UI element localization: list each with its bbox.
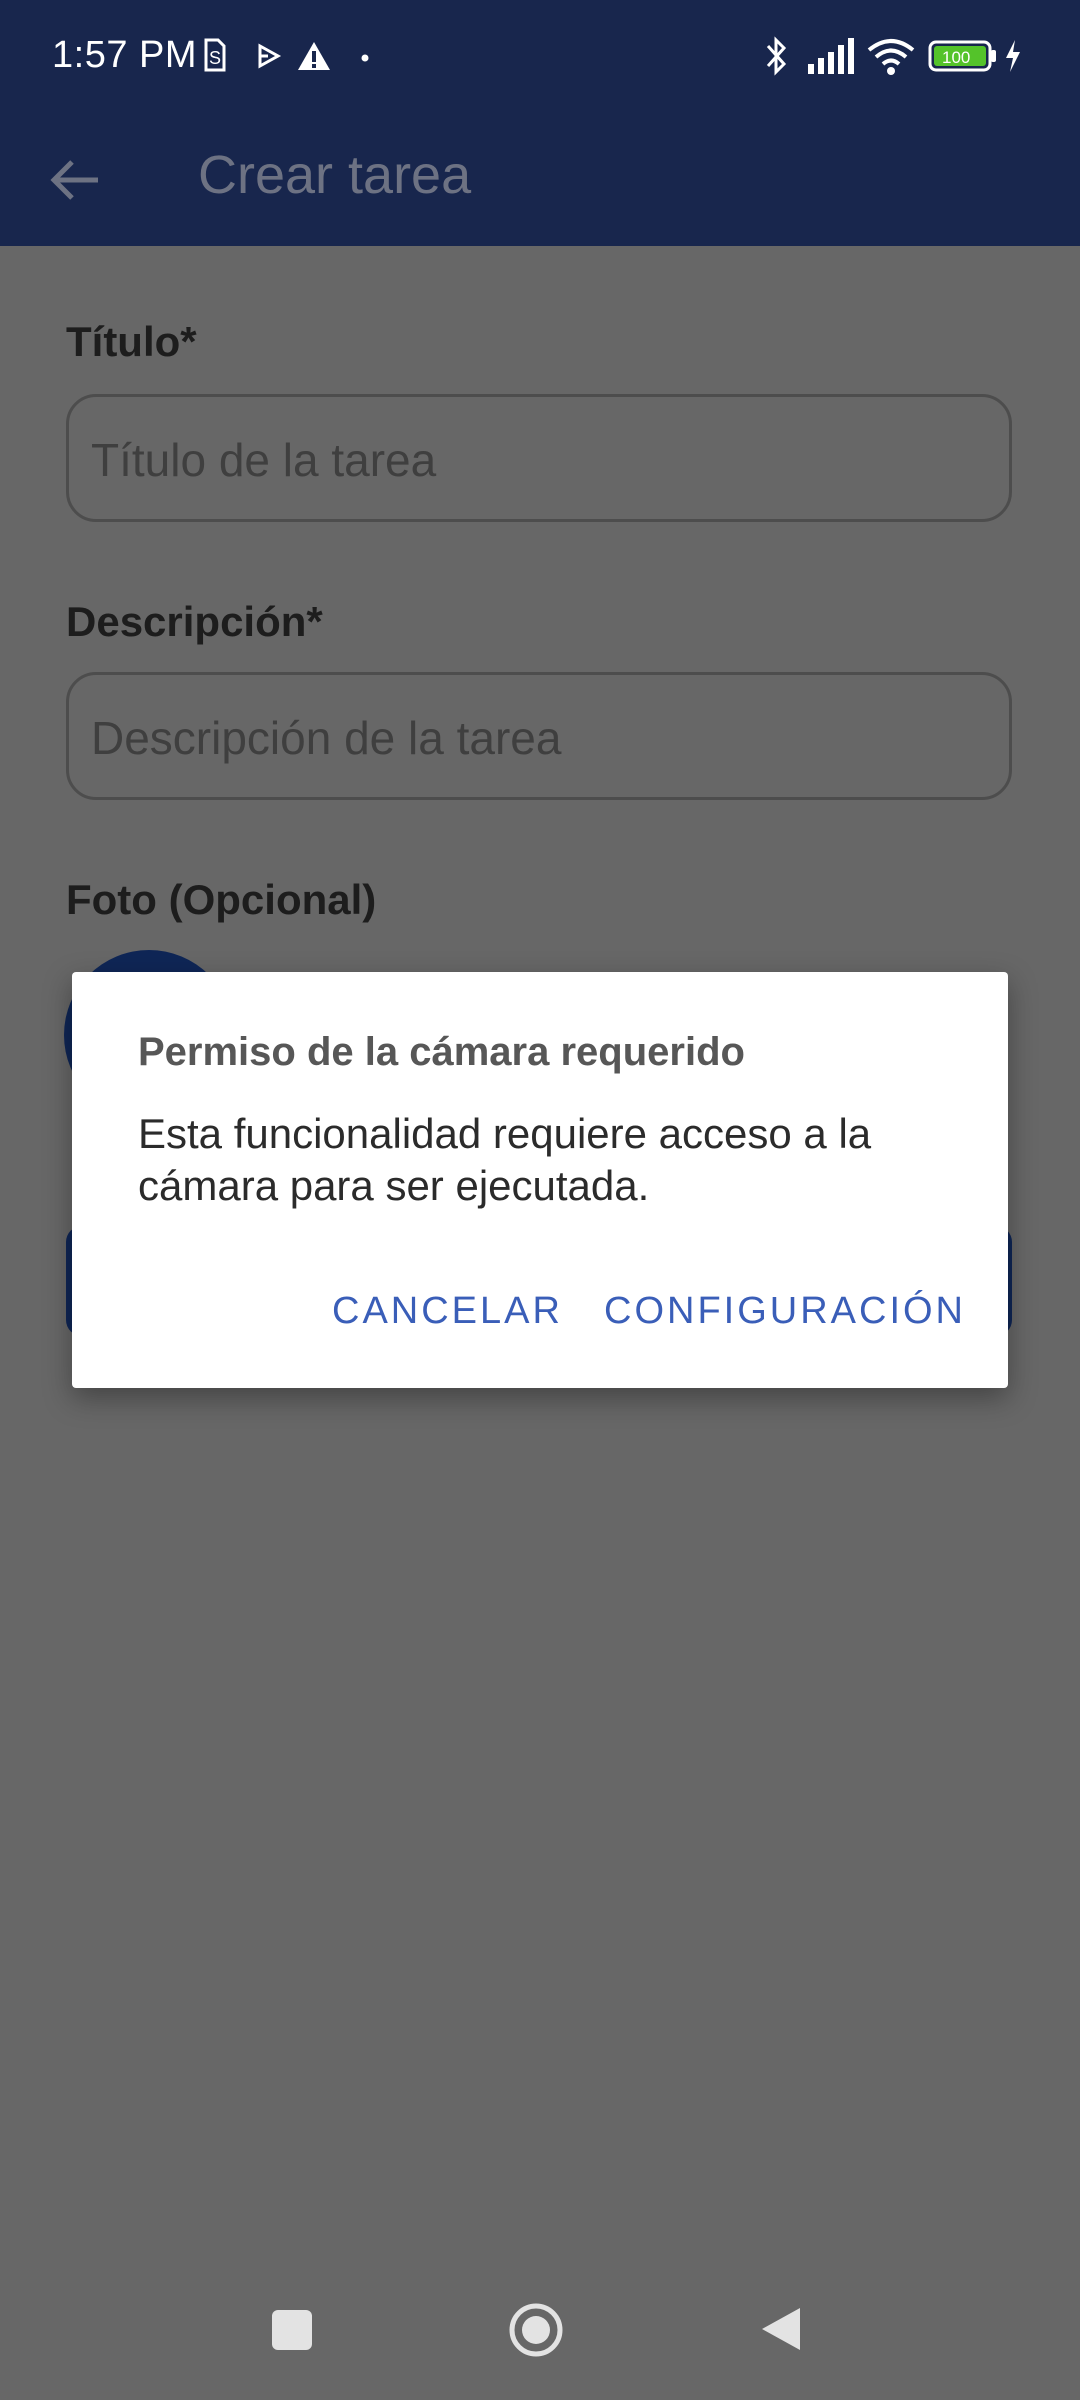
battery-icon: 100 <box>928 34 998 78</box>
svg-text:S: S <box>209 48 221 68</box>
back-button[interactable] <box>40 144 112 216</box>
charging-icon <box>1002 34 1024 78</box>
play-icon <box>254 34 284 78</box>
signal-icon <box>806 34 856 78</box>
photo-label: Foto (Opcional) <box>66 876 377 923</box>
title-input[interactable]: Título de la tarea <box>66 394 1012 522</box>
home-circle-icon[interactable] <box>508 2302 564 2358</box>
description-input[interactable]: Descripción de la tarea <box>66 672 1012 800</box>
title-label: Título* <box>66 318 197 365</box>
description-label: Descripción* <box>66 598 323 645</box>
settings-button[interactable]: CONFIGURACIÓN <box>604 1290 966 1333</box>
title-placeholder: Título de la tarea <box>91 434 437 486</box>
bluetooth-icon <box>764 34 790 78</box>
recents-square-icon[interactable] <box>272 2310 312 2350</box>
wifi-icon <box>866 34 916 78</box>
status-time: 1:57 PM <box>52 34 198 76</box>
dialog-title: Permiso de la cámara requerido <box>138 1030 745 1074</box>
cancel-button[interactable]: CANCELAR <box>332 1290 563 1333</box>
sim-icon: S <box>200 34 228 78</box>
description-placeholder: Descripción de la tarea <box>91 712 562 764</box>
app-bar: Crear tarea <box>0 116 1080 246</box>
dot-icon <box>360 34 370 78</box>
back-triangle-icon[interactable] <box>758 2304 804 2354</box>
dialog-message: Esta funcionalidad requiere acceso a la … <box>138 1110 872 1209</box>
battery-level: 100 <box>942 48 970 67</box>
permission-dialog: Permiso de la cámara requerido Esta func… <box>72 972 1008 1388</box>
status-bar: 1:57 PM S 100 <box>0 0 1080 116</box>
warning-icon <box>296 34 332 78</box>
arrow-left-icon <box>50 160 98 200</box>
nav-bar <box>0 2270 1080 2400</box>
page-title: Crear tarea <box>198 145 472 205</box>
